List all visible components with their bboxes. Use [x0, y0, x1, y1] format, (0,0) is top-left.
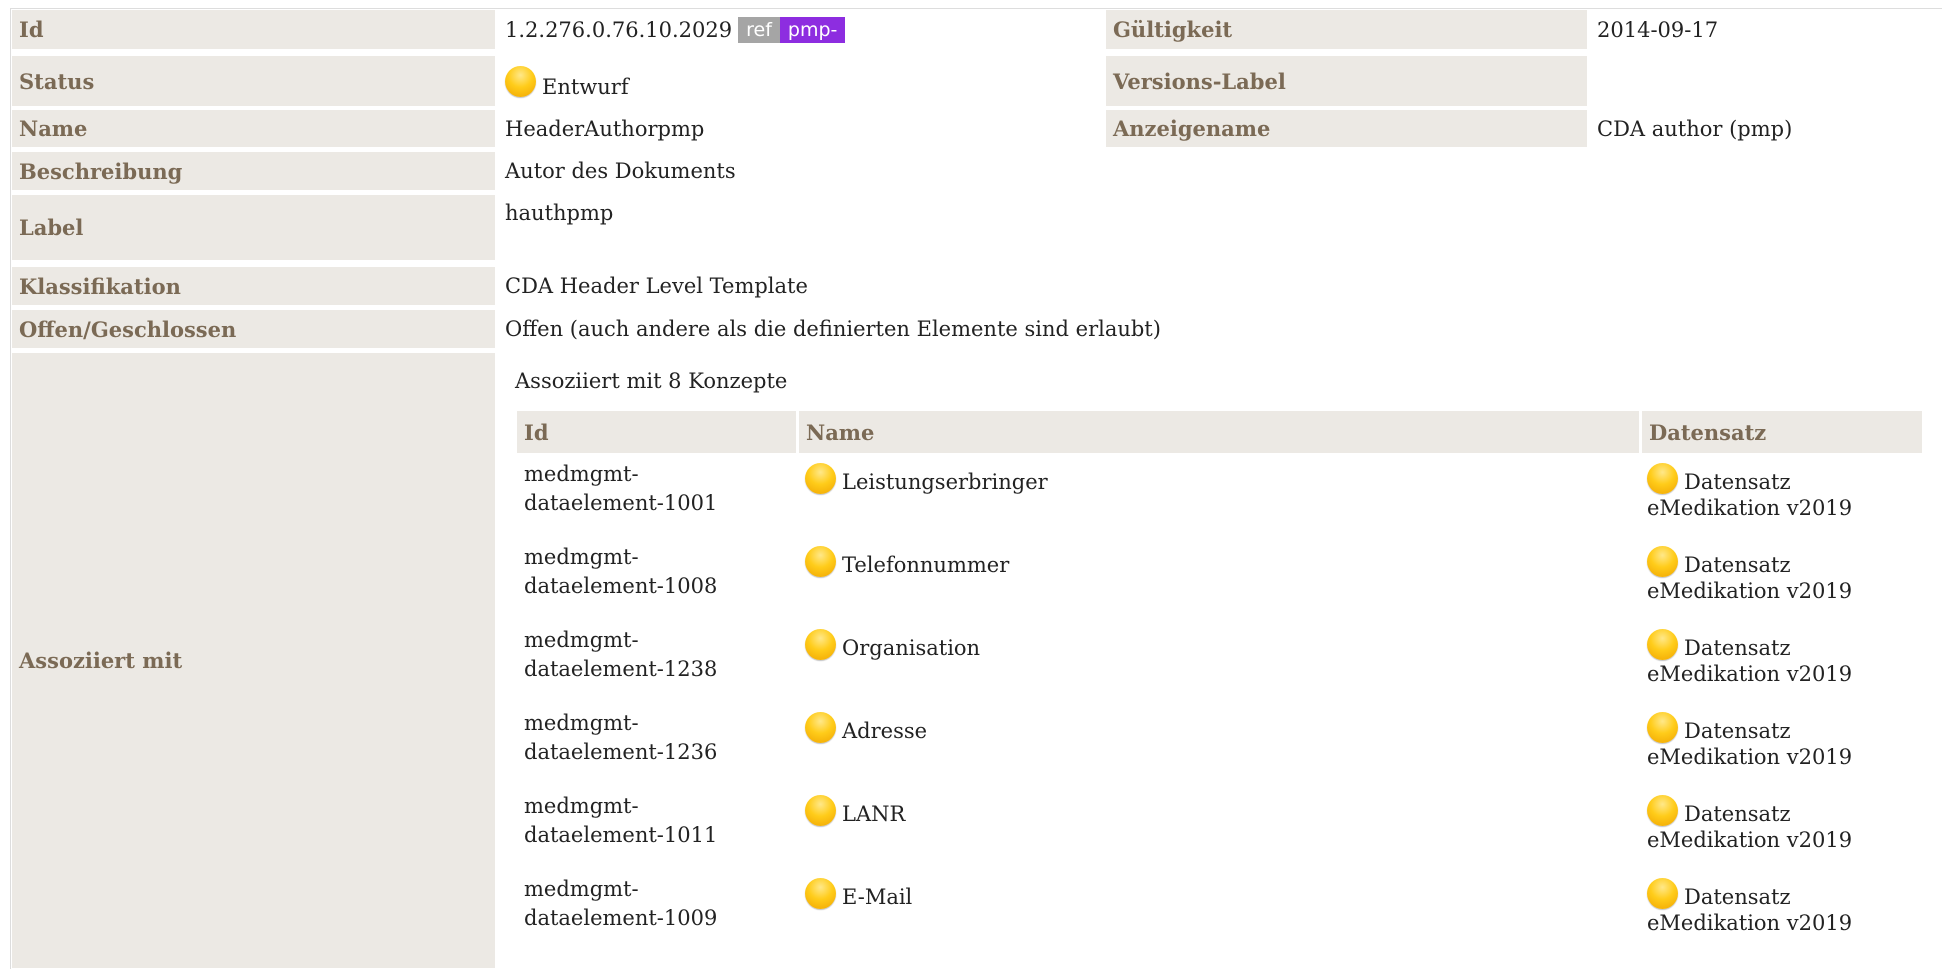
concept-name[interactable]: Leistungserbringer — [805, 463, 1625, 494]
ref-badge[interactable]: ref — [738, 16, 780, 43]
id-value-cell: 1.2.276.0.76.10.2029 ref pmp- — [497, 10, 1105, 49]
open-closed-value: Offen (auch andere als die definierten E… — [505, 317, 1161, 341]
name-label: Name — [12, 110, 495, 147]
concept-dataset[interactable]: Datensatz eMedikation v2019 — [1647, 878, 1927, 938]
display-name-value: CDA author (pmp) — [1597, 116, 1793, 141]
status-label: Status — [12, 56, 495, 106]
name-value: HeaderAuthorpmp — [505, 116, 705, 141]
prefix-badge[interactable]: pmp- — [779, 16, 846, 43]
open-closed-label: Offen/Geschlossen — [12, 310, 495, 348]
concept-dataset[interactable]: Datensatz eMedikation v2019 — [1647, 629, 1927, 689]
concept-name[interactable]: Adresse — [805, 712, 1625, 743]
label-label: Label — [12, 195, 495, 260]
concept-id[interactable]: medmgmt-dataelement-1011 — [524, 792, 794, 850]
description-label: Beschreibung — [12, 152, 495, 190]
concept-dataset[interactable]: Datensatz eMedikation v2019 — [1647, 463, 1927, 523]
status-draft-icon — [1647, 878, 1678, 909]
id-value: 1.2.276.0.76.10.2029 — [505, 17, 733, 42]
status-draft-icon — [1647, 463, 1678, 494]
concept-name[interactable]: E-Mail — [805, 878, 1625, 909]
status-draft-icon — [505, 65, 536, 97]
concept-dataset[interactable]: Datensatz eMedikation v2019 — [1647, 795, 1927, 855]
status-draft-icon — [1647, 629, 1678, 660]
concept-id[interactable]: medmgmt-dataelement-1236 — [524, 709, 794, 767]
concept-id[interactable]: medmgmt-dataelement-1001 — [524, 460, 794, 518]
status-value-cell: Entwurf — [497, 56, 1105, 106]
concept-name[interactable]: Telefonnummer — [805, 546, 1625, 577]
status-draft-icon — [805, 546, 836, 577]
validity-label: Gültigkeit — [1106, 10, 1587, 49]
description-value: Autor des Dokuments — [505, 159, 736, 183]
id-label: Id — [12, 10, 495, 49]
status-draft-icon — [805, 712, 836, 743]
associated-label: Assoziiert mit — [12, 353, 495, 968]
column-header-name: Name — [799, 411, 1639, 453]
status-draft-icon — [1647, 546, 1678, 577]
column-header-id: Id — [517, 411, 796, 453]
concept-dataset[interactable]: Datensatz eMedikation v2019 — [1647, 546, 1927, 606]
display-name-label: Anzeigename — [1106, 110, 1587, 147]
concept-dataset[interactable]: Datensatz eMedikation v2019 — [1647, 712, 1927, 772]
concept-name[interactable]: LANR — [805, 795, 1625, 826]
status-value: Entwurf — [542, 75, 629, 99]
status-draft-icon — [805, 795, 836, 826]
status-draft-icon — [1647, 795, 1678, 826]
concept-id[interactable]: medmgmt-dataelement-1238 — [524, 626, 794, 684]
validity-value: 2014-09-17 — [1597, 17, 1719, 42]
concepts-heading: Assoziiert mit 8 Konzepte — [515, 369, 788, 393]
concept-id[interactable]: medmgmt-dataelement-1009 — [524, 875, 794, 933]
status-draft-icon — [805, 878, 836, 909]
status-draft-icon — [805, 629, 836, 660]
classification-value: CDA Header Level Template — [505, 274, 808, 298]
status-draft-icon — [805, 463, 836, 494]
classification-label: Klassifikation — [12, 267, 495, 305]
label-value: hauthpmp — [505, 201, 614, 225]
status-draft-icon — [1647, 712, 1678, 743]
column-header-dataset: Datensatz — [1642, 411, 1922, 453]
concept-id[interactable]: medmgmt-dataelement-1008 — [524, 543, 794, 601]
concept-name[interactable]: Organisation — [805, 629, 1625, 660]
version-label: Versions-Label — [1106, 56, 1587, 106]
